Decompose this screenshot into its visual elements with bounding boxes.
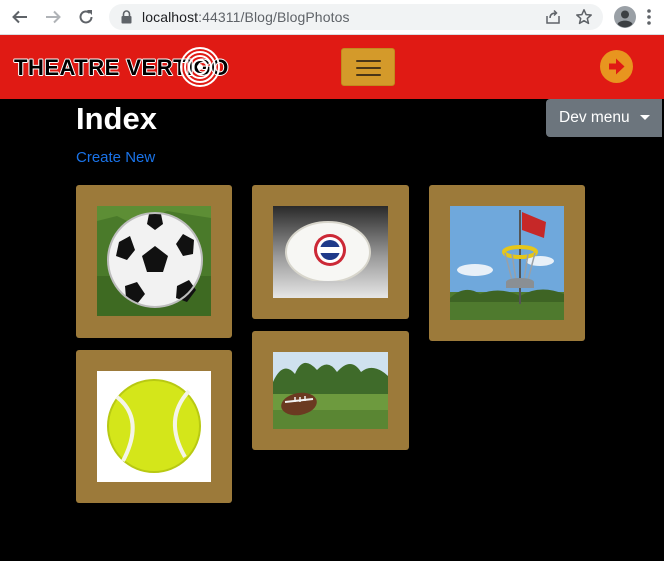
url-host: localhost (142, 9, 199, 25)
page-title: Index (76, 101, 157, 136)
caret-down-icon (640, 115, 650, 120)
address-bar[interactable]: localhost:44311/Blog/BlogPhotos (109, 4, 603, 30)
photo-tennis-ball[interactable] (97, 371, 211, 482)
arrow-circle-right-icon (609, 58, 625, 75)
photo-soccer-ball[interactable] (97, 206, 211, 316)
site-logo[interactable]: THEATRE VERTIGO (13, 46, 229, 88)
logo-swirl-icon (180, 47, 220, 87)
url-path: /Blog/BlogPhotos (240, 9, 350, 25)
photo-card[interactable] (429, 185, 585, 341)
more-options-icon[interactable] (641, 6, 657, 28)
photo-card[interactable] (252, 185, 409, 319)
dev-menu-label: Dev menu (559, 109, 630, 126)
star-icon[interactable] (575, 8, 593, 26)
forward-button[interactable] (41, 5, 65, 29)
reload-icon (79, 10, 93, 24)
create-new-link[interactable]: Create New (76, 149, 155, 166)
photo-card[interactable] (76, 350, 232, 503)
share-icon[interactable] (545, 9, 561, 25)
photo-card[interactable] (252, 331, 409, 450)
url-port: :44311 (198, 9, 241, 25)
photo-football[interactable] (273, 352, 388, 429)
login-button[interactable] (600, 50, 633, 83)
reload-button[interactable] (74, 5, 98, 29)
back-button[interactable] (8, 5, 32, 29)
photo-frisbee[interactable] (273, 206, 388, 298)
arrow-right-icon (46, 10, 61, 24)
dev-menu-dropdown[interactable]: Dev menu (546, 99, 662, 137)
profile-avatar-icon[interactable] (613, 5, 637, 29)
photo-card[interactable] (76, 185, 232, 338)
site-header: THEATRE VERTIGO (0, 35, 664, 99)
browser-toolbar: localhost:44311/Blog/BlogPhotos (0, 0, 664, 35)
photo-disc-golf-basket[interactable] (450, 206, 564, 320)
lock-icon (121, 10, 132, 24)
arrow-left-icon (12, 10, 27, 24)
nav-toggle-button[interactable] (341, 48, 395, 86)
